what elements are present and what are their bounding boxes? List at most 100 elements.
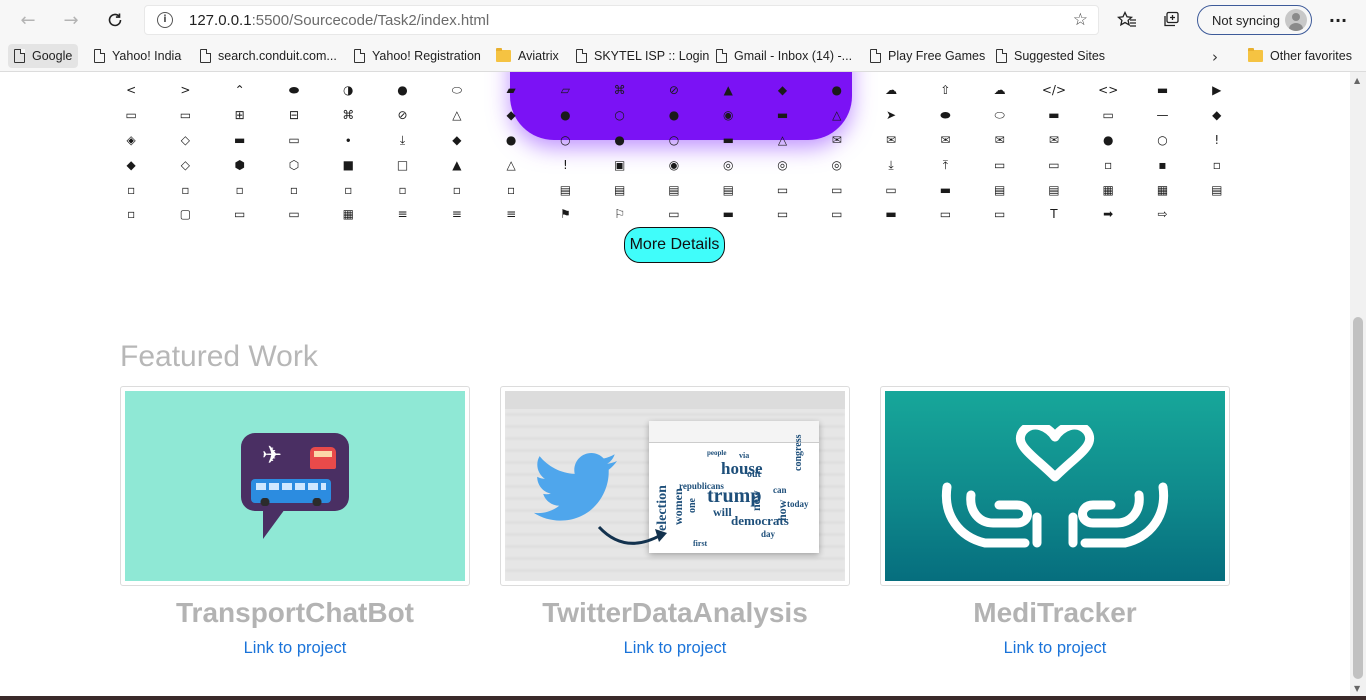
- glyph-icon: ▭: [288, 132, 300, 147]
- card-title: MediTracker: [973, 597, 1137, 628]
- glyph-icon: ◎: [777, 157, 788, 172]
- glyph-icon: ⇨: [1157, 207, 1168, 222]
- glyph-icon: ⬭: [451, 83, 462, 98]
- bookmark-label: Other favorites: [1270, 49, 1352, 63]
- bookmark-gmail[interactable]: Gmail - Inbox (14) -...: [710, 44, 858, 68]
- glyph-icon: ○: [560, 132, 571, 147]
- wordcloud-word: will: [713, 505, 732, 519]
- forward-arrow-icon[interactable]: →: [56, 6, 86, 34]
- glyph-icon: ◎: [831, 157, 843, 172]
- glyph-icon: ⬬: [288, 83, 300, 98]
- scrollbar-thumb[interactable]: [1353, 317, 1363, 679]
- glyph-icon: ●: [614, 132, 625, 147]
- glyph-icon: ▫: [181, 182, 190, 197]
- glyph-icon: ▭: [125, 108, 137, 123]
- glyph-icon: ☁: [885, 83, 898, 98]
- wordcloud-word: today: [787, 499, 809, 509]
- bookmark-yahoo-india[interactable]: Yahoo! India: [88, 44, 187, 68]
- glyph-icon: ▤: [559, 182, 572, 197]
- page-icon: [576, 49, 587, 63]
- more-details-button[interactable]: More Details: [624, 227, 725, 263]
- project-card-meditracker[interactable]: [880, 386, 1230, 586]
- project-link[interactable]: Link to project: [120, 639, 470, 658]
- project-link[interactable]: Link to project: [880, 639, 1230, 658]
- page-icon: [14, 49, 25, 63]
- project-card-twitter[interactable]: house trump election women republicans people…: [500, 386, 850, 586]
- glyph-icon: ⚑: [560, 207, 571, 222]
- glyph-icon: ≡: [397, 207, 408, 222]
- glyph-icon: ⬢: [234, 157, 245, 172]
- glyph-icon: T: [1050, 207, 1058, 222]
- bookmark-conduit[interactable]: search.conduit.com...: [194, 44, 343, 68]
- glyph-icon: ⊘: [397, 108, 408, 123]
- project-card-transport[interactable]: ✈: [120, 386, 470, 586]
- bookmark-yahoo-registration[interactable]: Yahoo! Registration: [348, 44, 487, 68]
- glyph-icon: ☁: [993, 83, 1006, 98]
- glyph-icon: ◆: [506, 108, 516, 123]
- glyph-icon: ✉: [994, 132, 1005, 147]
- bookmark-label: Play Free Games: [888, 49, 986, 63]
- favorites-icon[interactable]: [1112, 6, 1142, 34]
- glyph-icon: ⤒: [942, 157, 949, 172]
- twitter-bird-icon: [533, 453, 617, 521]
- glyph-icon: ▭: [1048, 157, 1060, 172]
- add-favorite-icon[interactable]: ☆: [1073, 10, 1088, 30]
- glyph-icon: ●: [831, 83, 843, 98]
- curved-arrow-icon: [597, 525, 667, 545]
- folder-icon: [1248, 48, 1263, 62]
- address-bar[interactable]: i 127.0.0.1:5500/Sourcecode/Task2/index.…: [144, 5, 1099, 35]
- glyph-icon: ▭: [668, 207, 680, 222]
- glyph-icon: ▭: [1102, 108, 1114, 123]
- glyph-icon: ⬬: [940, 108, 951, 123]
- scroll-up-icon[interactable]: ▲: [1354, 76, 1360, 85]
- bookmark-aviatrix-folder[interactable]: Aviatrix: [490, 44, 565, 68]
- collections-icon[interactable]: [1156, 6, 1186, 34]
- card-title: TransportChatBot: [176, 597, 414, 628]
- vertical-scrollbar[interactable]: ▲ ▼: [1350, 72, 1366, 696]
- wordcloud-word: republicans: [679, 481, 724, 491]
- glyph-icon: ▭: [179, 108, 192, 123]
- heart-hands-icon: [941, 425, 1169, 548]
- project-link[interactable]: Link to project: [500, 639, 850, 658]
- refresh-icon[interactable]: [100, 6, 130, 34]
- profile-sync-button[interactable]: Not syncing: [1197, 5, 1312, 35]
- chevron-right-icon[interactable]: ›: [1212, 48, 1218, 66]
- glyph-icon: ▰: [506, 83, 516, 98]
- glyph-icon: ◆: [452, 132, 462, 147]
- glyph-icon: ▦: [1102, 182, 1114, 197]
- chat-bubble-tail: [263, 509, 285, 539]
- back-arrow-icon[interactable]: ←: [13, 6, 43, 34]
- scroll-down-icon[interactable]: ▼: [1354, 684, 1360, 693]
- glyph-icon: ▢: [179, 207, 192, 222]
- glyph-icon: ▤: [722, 182, 734, 197]
- glyph-icon: ◇: [180, 157, 191, 172]
- bookmark-suggested-sites[interactable]: Suggested Sites: [990, 44, 1111, 68]
- glyph-icon: △: [777, 132, 788, 147]
- glyph-icon: ✉: [886, 132, 897, 147]
- glyph-icon: ▭: [234, 207, 246, 222]
- site-info-icon[interactable]: i: [157, 12, 173, 28]
- glyph-icon: ▲: [723, 83, 733, 98]
- bookmark-other-favorites[interactable]: Other favorites: [1242, 44, 1358, 68]
- bookmark-google[interactable]: Google: [8, 44, 79, 68]
- glyph-icon: ●: [397, 83, 408, 98]
- icon-row: < > ⌃ ⬬ ◑ ● ⬭ ▰ ▱ ⌘ ⊘ ▲ ◆ ● ☁ ⇧ ☁ </> <> ▬ ▶: [104, 78, 1244, 103]
- bookmark-skytel[interactable]: SKYTEL ISP :: Login: [570, 44, 715, 68]
- glyph-icon: ⬭: [994, 108, 1005, 123]
- page-icon: [354, 49, 365, 63]
- page-icon: [716, 49, 727, 63]
- glyph-icon: ➡: [1103, 207, 1114, 222]
- glyph-icon: ▫: [1104, 157, 1113, 172]
- url-text[interactable]: 127.0.0.1:5500/Sourcecode/Task2/index.ht…: [189, 12, 489, 29]
- bookmark-label: Aviatrix: [518, 49, 559, 63]
- wordcloud-word: one: [687, 498, 698, 513]
- more-menu-icon[interactable]: ···: [1323, 6, 1353, 34]
- bookmark-play-free-games[interactable]: Play Free Games: [864, 44, 991, 68]
- glyph-icon: ◆: [777, 83, 788, 98]
- glyph-icon: ◆: [1212, 108, 1222, 123]
- wordcloud-word: women: [671, 488, 685, 525]
- glyph-icon: ▱: [560, 83, 570, 98]
- glyph-icon: □: [396, 157, 409, 172]
- wordcloud-word: day: [761, 529, 776, 539]
- browser-toolbar: ← → i 127.0.0.1:5500/Sourcecode/Task2/in…: [0, 0, 1366, 40]
